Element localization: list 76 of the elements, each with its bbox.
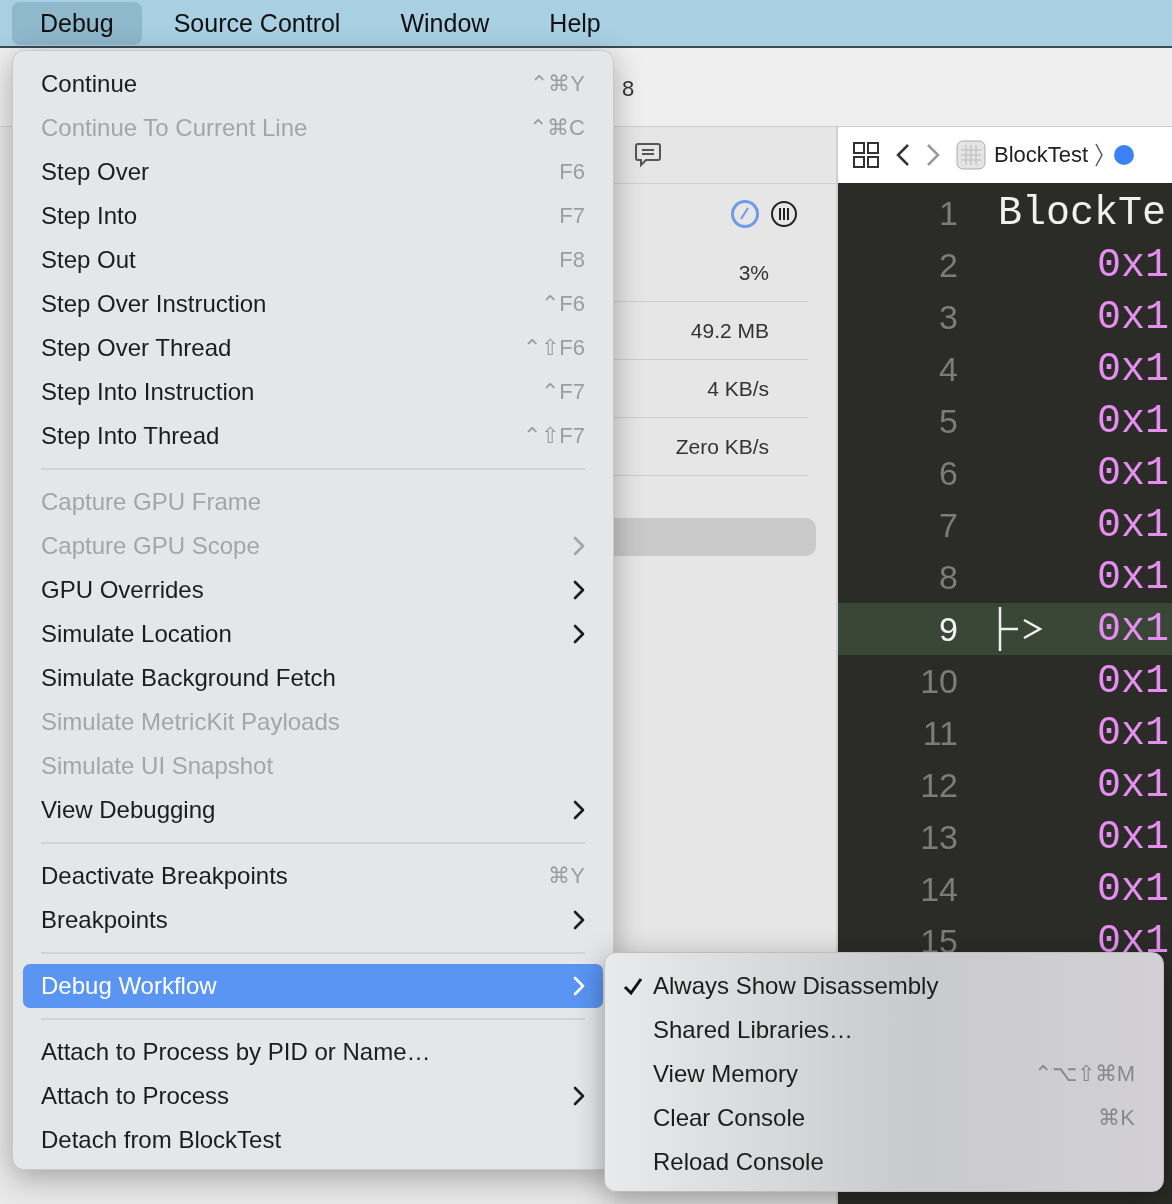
menu-item[interactable]: Step Into Thread ⌃⇧F7 — [23, 414, 603, 458]
code-text: 0x1 — [1097, 658, 1169, 704]
chevron-icon — [573, 536, 585, 556]
code-text: 0x1 — [1097, 606, 1169, 652]
code-text: 0x1 — [1097, 554, 1169, 600]
menu-item[interactable]: Reload Console — [605, 1140, 1163, 1184]
menu-item[interactable]: Simulate Background Fetch — [23, 656, 603, 700]
menu-bar-item[interactable]: Help — [521, 1, 629, 45]
line-number: 1 — [938, 193, 958, 233]
chevron-icon — [573, 624, 585, 644]
menu-item[interactable]: Step Over F6 — [23, 150, 603, 194]
menu-item[interactable]: Simulate Location — [23, 612, 603, 656]
gauge-value: 49.2 MB — [690, 318, 769, 343]
menu-bar-item[interactable]: Window — [372, 1, 518, 45]
gauge-value: 3% — [738, 260, 769, 285]
code-text: 0x1 — [1097, 450, 1169, 496]
menu-item[interactable]: GPU Overrides — [23, 568, 603, 612]
line-number: 14 — [919, 869, 958, 909]
line-number: 10 — [919, 661, 958, 701]
line-number: 3 — [938, 297, 958, 337]
toolbar-title: 8 — [622, 76, 635, 102]
menu-item[interactable]: Deactivate Breakpoints ⌘Y — [23, 854, 603, 898]
code-text: 0x1 — [1097, 398, 1169, 444]
menu-bar-item[interactable]: Debug — [12, 1, 142, 45]
menu-item[interactable]: Step Over Thread ⌃⇧F6 — [23, 326, 603, 370]
breadcrumb-separator-icon — [1094, 142, 1105, 168]
menu-item[interactable]: Step Into F7 — [23, 194, 603, 238]
line-number: 2 — [938, 245, 958, 285]
bars-circle-icon[interactable] — [770, 200, 798, 228]
line-number: 11 — [921, 713, 958, 753]
code-text: 0x1 — [1097, 242, 1169, 288]
code-text: 0x1 — [1097, 502, 1169, 548]
menu-bar-item[interactable]: Source Control — [145, 1, 369, 45]
line-number: 7 — [938, 505, 958, 545]
code-text: 0x1 — [1097, 294, 1169, 340]
code-text: 0x1 — [1097, 918, 1169, 964]
menu-item[interactable]: View Debugging — [23, 788, 603, 832]
speech-bubble-icon[interactable] — [634, 142, 662, 168]
chevron-icon — [573, 800, 585, 820]
menu-item[interactable]: Always Show Disassembly — [605, 964, 1163, 1008]
menu-item[interactable]: Continue ⌃⌘Y — [23, 62, 603, 106]
code-text: 0x1 — [1097, 710, 1169, 756]
chevron-icon — [573, 910, 585, 930]
forward-icon[interactable] — [926, 143, 940, 167]
chevron-icon — [573, 976, 585, 996]
menu-item[interactable]: View Memory ⌃⌥⇧⌘M — [605, 1052, 1163, 1096]
menu-item[interactable]: Detach from BlockTest — [23, 1118, 603, 1162]
line-number: 4 — [938, 349, 958, 389]
line-number: 6 — [938, 453, 958, 493]
menu-item[interactable]: Attach to Process by PID or Name… — [23, 1030, 603, 1074]
back-icon[interactable] — [896, 143, 910, 167]
menu-item[interactable]: Shared Libraries… — [605, 1008, 1163, 1052]
file-icon[interactable] — [1114, 145, 1135, 165]
line-number: 9 — [938, 609, 958, 649]
code-text: BlockTe — [998, 190, 1167, 236]
menu-item[interactable]: Step Out F8 — [23, 238, 603, 282]
menu-item[interactable]: Step Into Instruction ⌃F7 — [23, 370, 603, 414]
gauge-value: Zero KB/s — [675, 434, 769, 459]
menu-item[interactable]: Breakpoints — [23, 898, 603, 942]
menu-item[interactable]: Attach to Process — [23, 1074, 603, 1118]
code-text: 0x1 — [1097, 814, 1169, 860]
grid-icon[interactable] — [852, 141, 880, 169]
line-number: 8 — [938, 557, 958, 597]
menu-item[interactable]: Clear Console ⌘K — [605, 1096, 1163, 1140]
gauge-value: 4 KB/s — [707, 376, 769, 401]
checkmark-icon — [623, 976, 643, 996]
line-number: 5 — [938, 401, 958, 441]
line-number: 12 — [919, 765, 958, 805]
line-number: 13 — [919, 817, 958, 857]
code-text: 0x1 — [1097, 866, 1169, 912]
chevron-icon — [573, 1086, 585, 1106]
breadcrumb-item[interactable]: BlockTest — [994, 142, 1089, 168]
menu-item[interactable]: Step Over Instruction ⌃F6 — [23, 282, 603, 326]
chevron-icon — [573, 580, 585, 600]
code-text: 0x1 — [1097, 762, 1169, 808]
code-text: 0x1 — [1097, 346, 1169, 392]
